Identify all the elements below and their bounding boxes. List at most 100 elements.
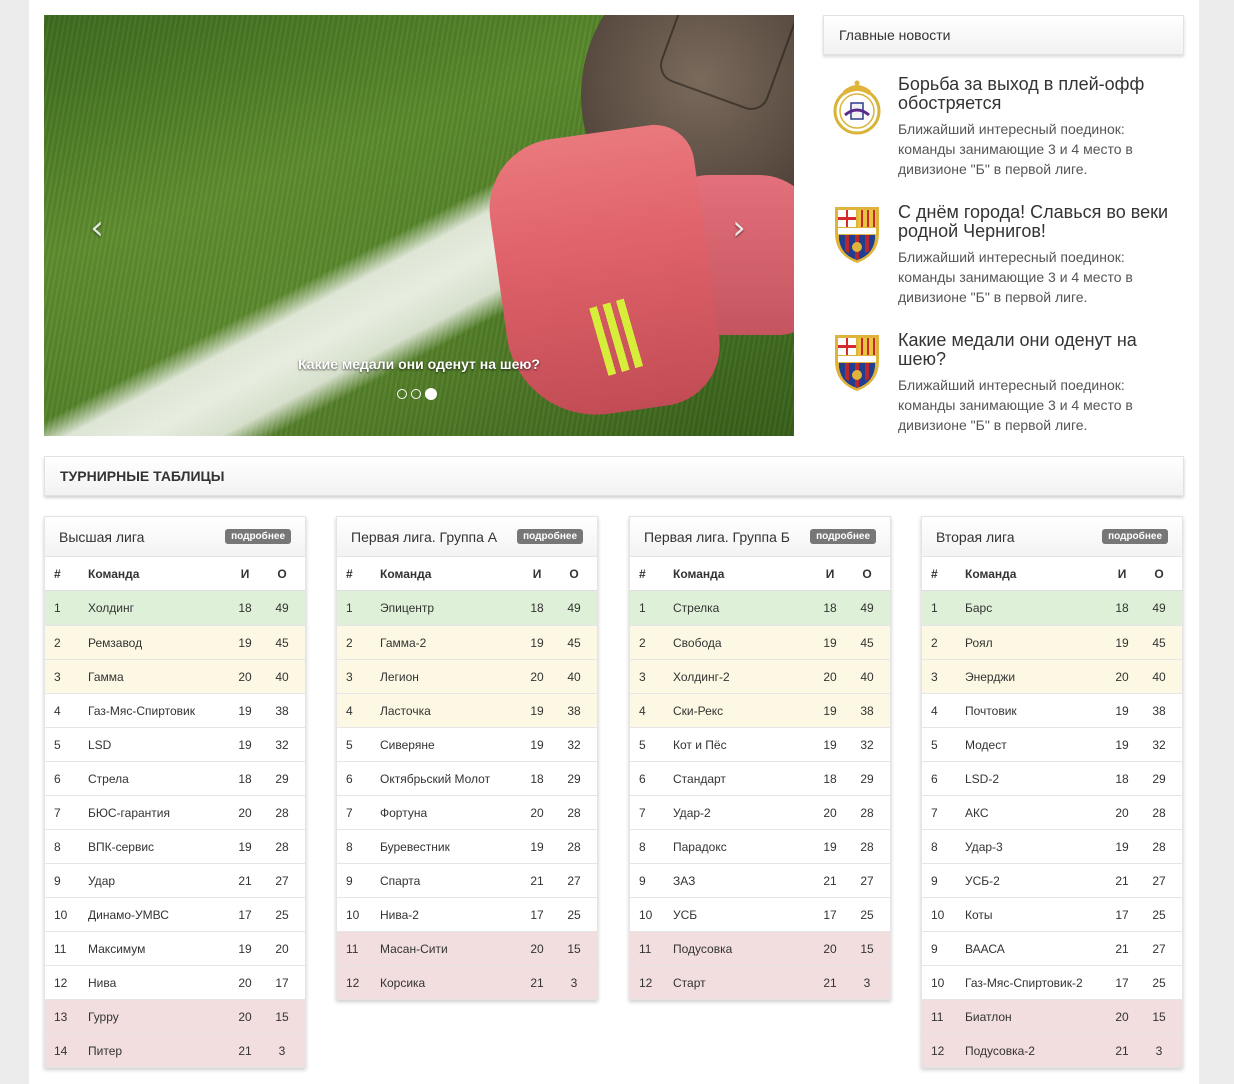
row-team[interactable]: Свобода <box>673 626 722 660</box>
table-row[interactable]: 7 Фортуна 20 28 <box>337 795 597 829</box>
table-row[interactable]: 12 Старт 21 3 <box>630 965 890 999</box>
row-team[interactable]: Подусовка <box>673 932 732 966</box>
carousel-indicator[interactable] <box>397 389 407 399</box>
row-team[interactable]: УСБ <box>673 898 697 932</box>
more-button[interactable]: подробнее <box>517 529 583 544</box>
table-row[interactable]: 1 Барс 18 49 <box>922 591 1182 625</box>
carousel-indicator-active[interactable] <box>425 388 437 400</box>
row-team[interactable]: Газ-Мяс-Спиртовик <box>88 694 195 728</box>
row-team[interactable]: Питер <box>88 1034 122 1068</box>
table-row[interactable]: 5 LSD 19 32 <box>45 727 305 761</box>
news-title[interactable]: Борьба за выход в плей-офф обостряется <box>898 75 1178 113</box>
carousel-prev-icon[interactable]: ‹ <box>82 210 112 246</box>
table-row[interactable]: 6 LSD-2 18 29 <box>922 761 1182 795</box>
table-row[interactable]: 8 Парадокс 19 28 <box>630 829 890 863</box>
more-button[interactable]: подробнее <box>1102 529 1168 544</box>
table-row[interactable]: 3 Энерджи 20 40 <box>922 659 1182 693</box>
row-team[interactable]: Эпицентр <box>380 591 434 625</box>
table-row[interactable]: 10 УСБ 17 25 <box>630 897 890 931</box>
table-row[interactable]: 13 Гурру 20 15 <box>45 999 305 1033</box>
table-row[interactable]: 6 Октябрьский Молот 18 29 <box>337 761 597 795</box>
table-row[interactable]: 4 Почтовик 19 38 <box>922 693 1182 727</box>
table-row[interactable]: 7 БЮС-гарантия 20 28 <box>45 795 305 829</box>
table-row[interactable]: 2 Гамма-2 19 45 <box>337 625 597 659</box>
news-title[interactable]: С днём города! Славься во веки родной Че… <box>898 203 1178 241</box>
row-team[interactable]: Гамма <box>88 660 124 694</box>
table-row[interactable]: 3 Холдинг-2 20 40 <box>630 659 890 693</box>
row-team[interactable]: Холдинг-2 <box>673 660 730 694</box>
table-row[interactable]: 9 Спарта 21 27 <box>337 863 597 897</box>
table-row[interactable]: 11 Максимум 19 20 <box>45 931 305 965</box>
row-team[interactable]: LSD-2 <box>965 762 999 796</box>
table-row[interactable]: 5 Модест 19 32 <box>922 727 1182 761</box>
news-item[interactable]: С днём города! Славься во веки родной Че… <box>823 203 1184 313</box>
row-team[interactable]: Парадокс <box>673 830 727 864</box>
row-team[interactable]: Почтовик <box>965 694 1017 728</box>
row-team[interactable]: Роял <box>965 626 993 660</box>
table-row[interactable]: 9 Удар 21 27 <box>45 863 305 897</box>
more-button[interactable]: подробнее <box>225 529 291 544</box>
row-team[interactable]: Корсика <box>380 966 425 1000</box>
row-team[interactable]: Максимум <box>88 932 145 966</box>
table-row[interactable]: 12 Нива 20 17 <box>45 965 305 999</box>
table-row[interactable]: 10 Газ-Мяс-Спиртовик-2 17 25 <box>922 965 1182 999</box>
row-team[interactable]: Нива <box>88 966 116 1000</box>
row-team[interactable]: Буревестник <box>380 830 450 864</box>
table-row[interactable]: 9 ВААСА 21 27 <box>922 931 1182 965</box>
row-team[interactable]: Подусовка-2 <box>965 1034 1035 1068</box>
table-row[interactable]: 1 Эпицентр 18 49 <box>337 591 597 625</box>
table-row[interactable]: 9 ЗАЗ 21 27 <box>630 863 890 897</box>
table-row[interactable]: 11 Биатлон 20 15 <box>922 999 1182 1033</box>
table-row[interactable]: 4 Ласточка 19 38 <box>337 693 597 727</box>
row-team[interactable]: Стрелка <box>673 591 719 625</box>
row-team[interactable]: Удар-2 <box>673 796 711 830</box>
row-team[interactable]: Удар-3 <box>965 830 1003 864</box>
row-team[interactable]: Ски-Рекс <box>673 694 723 728</box>
table-row[interactable]: 9 УСБ-2 21 27 <box>922 863 1182 897</box>
row-team[interactable]: Ласточка <box>380 694 431 728</box>
row-team[interactable]: Сиверяне <box>380 728 435 762</box>
row-team[interactable]: Гамма-2 <box>380 626 426 660</box>
table-row[interactable]: 5 Кот и Пёс 19 32 <box>630 727 890 761</box>
row-team[interactable]: ВПК-сервис <box>88 830 154 864</box>
row-team[interactable]: Динамо-УМВС <box>88 898 169 932</box>
row-team[interactable]: Стандарт <box>673 762 726 796</box>
table-row[interactable]: 10 Коты 17 25 <box>922 897 1182 931</box>
table-row[interactable]: 12 Подусовка-2 21 3 <box>922 1033 1182 1067</box>
row-team[interactable]: Легион <box>380 660 419 694</box>
table-row[interactable]: 8 ВПК-сервис 19 28 <box>45 829 305 863</box>
row-team[interactable]: Коты <box>965 898 993 932</box>
news-item[interactable]: Борьба за выход в плей-офф обостряется Б… <box>823 75 1184 185</box>
row-team[interactable]: Барс <box>965 591 992 625</box>
table-row[interactable]: 10 Нива-2 17 25 <box>337 897 597 931</box>
news-title[interactable]: Какие медали они оденут на шею? <box>898 331 1178 369</box>
row-team[interactable]: Стрела <box>88 762 129 796</box>
table-row[interactable]: 8 Буревестник 19 28 <box>337 829 597 863</box>
row-team[interactable]: Гурру <box>88 1000 119 1034</box>
carousel-indicator[interactable] <box>411 389 421 399</box>
image-carousel[interactable]: ‹ › Какие медали они оденут на шею? <box>44 15 794 436</box>
row-team[interactable]: Нива-2 <box>380 898 419 932</box>
table-row[interactable]: 3 Легион 20 40 <box>337 659 597 693</box>
carousel-next-icon[interactable]: › <box>724 210 754 246</box>
row-team[interactable]: УСБ-2 <box>965 864 1000 898</box>
table-row[interactable]: 8 Удар-3 19 28 <box>922 829 1182 863</box>
row-team[interactable]: Старт <box>673 966 706 1000</box>
row-team[interactable]: Биатлон <box>965 1000 1012 1034</box>
row-team[interactable]: LSD <box>88 728 111 762</box>
row-team[interactable]: Спарта <box>380 864 420 898</box>
row-team[interactable]: ЗАЗ <box>673 864 695 898</box>
row-team[interactable]: БЮС-гарантия <box>88 796 170 830</box>
table-row[interactable]: 6 Стрела 18 29 <box>45 761 305 795</box>
table-row[interactable]: 2 Свобода 19 45 <box>630 625 890 659</box>
table-row[interactable]: 10 Динамо-УМВС 17 25 <box>45 897 305 931</box>
row-team[interactable]: АКС <box>965 796 989 830</box>
row-team[interactable]: Ремзавод <box>88 626 142 660</box>
row-team[interactable]: Модест <box>965 728 1007 762</box>
more-button[interactable]: подробнее <box>810 529 876 544</box>
row-team[interactable]: ВААСА <box>965 932 1005 966</box>
row-team[interactable]: Масан-Сити <box>380 932 448 966</box>
table-row[interactable]: 1 Стрелка 18 49 <box>630 591 890 625</box>
table-row[interactable]: 1 Холдинг 18 49 <box>45 591 305 625</box>
table-row[interactable]: 7 Удар-2 20 28 <box>630 795 890 829</box>
